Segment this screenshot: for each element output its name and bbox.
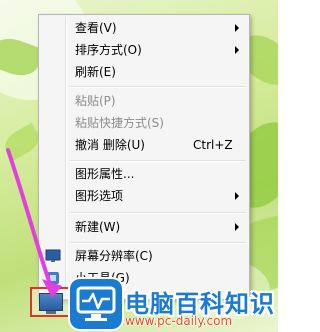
menu-item-paste-shortcut-label: 粘贴快捷方式(S) [75,116,164,130]
watermark: 电脑百科知识 www.pc-daily.com [70,276,278,332]
submenu-arrow-icon [235,46,239,54]
menu-item-paste: 粘贴(P) [42,90,246,112]
menu-item-paste-shortcut: 粘贴快捷方式(S) [42,112,246,134]
monitor-icon [39,293,63,311]
personalize-highlight-box[interactable] [30,287,72,317]
desktop-context-menu: 查看(V) 排序方式(O) 刷新(E) 粘贴(P) 粘贴快捷方式(S) 撤消 删… [38,14,250,300]
menu-item-undo-delete[interactable]: 撤消 删除(U) Ctrl+Z [42,134,246,156]
menu-item-screen-resolution[interactable]: 屏幕分辨率(C) [42,245,246,267]
menu-item-new-label: 新建(W) [75,220,121,234]
menu-item-graphics-properties-label: 图形属性... [75,167,135,181]
submenu-arrow-icon [235,223,239,231]
submenu-arrow-icon [235,192,239,200]
menu-item-graphics-options[interactable]: 图形选项 [42,185,246,207]
menu-separator [70,212,246,213]
submenu-arrow-icon [235,24,239,32]
menu-item-view-label: 查看(V) [75,21,117,35]
menu-item-view[interactable]: 查看(V) [42,17,246,39]
menu-item-undo-label: 撤消 删除(U) [75,138,145,152]
watermark-url: www.pc-daily.com [125,314,233,328]
menu-item-undo-shortcut: Ctrl+Z [193,138,233,152]
menu-item-sort-by[interactable]: 排序方式(O) [42,39,246,61]
menu-item-screen-resolution-label: 屏幕分辨率(C) [75,249,153,263]
screen-resolution-icon [45,248,61,264]
desktop-screenshot: 查看(V) 排序方式(O) 刷新(E) 粘贴(P) 粘贴快捷方式(S) 撤消 删… [0,0,278,332]
monitor-stand [46,311,56,314]
menu-item-sort-label: 排序方式(O) [75,43,142,57]
menu-item-refresh[interactable]: 刷新(E) [42,61,246,83]
menu-separator [70,86,246,87]
menu-item-graphics-properties[interactable]: 图形属性... [42,163,246,185]
menu-item-paste-label: 粘贴(P) [75,94,116,108]
menu-item-graphics-options-label: 图形选项 [75,189,124,203]
menu-item-new[interactable]: 新建(W) [42,216,246,238]
gadgets-icon [45,270,61,286]
menu-separator [70,160,246,161]
monitor-pulse-icon [70,279,122,329]
menu-separator [70,242,246,243]
menu-item-refresh-label: 刷新(E) [75,65,116,79]
